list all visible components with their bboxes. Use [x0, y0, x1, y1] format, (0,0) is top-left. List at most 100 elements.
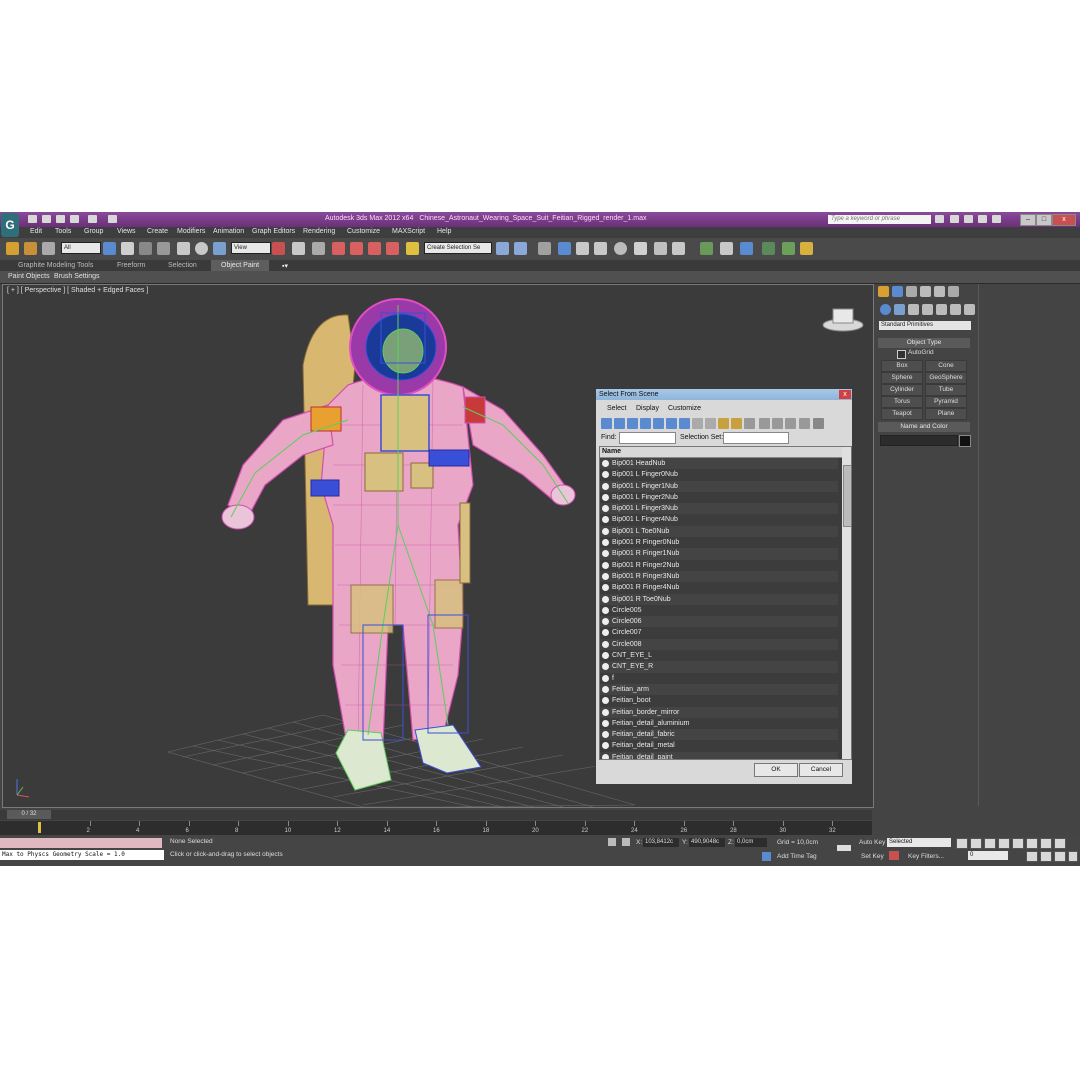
- shapes-icon[interactable]: [894, 304, 905, 315]
- list-item[interactable]: f: [600, 672, 838, 684]
- list-item[interactable]: Bip001 HeadNub: [600, 458, 838, 470]
- teapot-button[interactable]: Teapot: [881, 408, 923, 420]
- display-cameras-icon[interactable]: [640, 418, 651, 429]
- motion-tab-icon[interactable]: [920, 286, 931, 297]
- object-name-field[interactable]: [880, 435, 958, 446]
- subscription-icon[interactable]: [950, 215, 959, 223]
- time-tag-icon[interactable]: [762, 852, 771, 861]
- schematic-view-icon[interactable]: [594, 242, 607, 255]
- select-by-name-icon[interactable]: [121, 242, 134, 255]
- display-none-icon[interactable]: [772, 418, 783, 429]
- previous-frame-button[interactable]: [970, 838, 982, 849]
- angle-snap-icon[interactable]: [350, 242, 363, 255]
- next-frame-button[interactable]: [998, 838, 1010, 849]
- cancel-button[interactable]: Cancel: [799, 763, 843, 777]
- select-object-icon[interactable]: [103, 242, 116, 255]
- dialog-menu-select[interactable]: Select: [607, 405, 626, 412]
- tube-button[interactable]: Tube: [925, 384, 967, 396]
- open-file-icon[interactable]: [42, 215, 51, 223]
- display-shapes-icon[interactable]: [614, 418, 625, 429]
- helpers-icon[interactable]: [936, 304, 947, 315]
- window-crossing-icon[interactable]: [157, 242, 170, 255]
- maximize-viewport-icon[interactable]: [1068, 851, 1078, 862]
- key-icon[interactable]: [837, 845, 851, 851]
- dialog-menu-customize[interactable]: Customize: [668, 405, 701, 412]
- keyboard-shortcut-override-icon[interactable]: [312, 242, 325, 255]
- rendered-frame-window-icon[interactable]: [654, 242, 667, 255]
- pivot-center-icon[interactable]: [272, 242, 285, 255]
- filter-icon[interactable]: [813, 418, 824, 429]
- track-bar[interactable]: 2 4 6 8 10 12 14 16 18 20 22 24 26 28 30 32: [0, 821, 872, 835]
- modify-tab-icon[interactable]: [892, 286, 903, 297]
- add-time-tag-button[interactable]: Add Time Tag: [777, 853, 817, 860]
- display-bones-icon[interactable]: [705, 418, 716, 429]
- selection-filter-dropdown[interactable]: All: [61, 242, 101, 254]
- render-setup-icon[interactable]: [634, 242, 647, 255]
- extra-tool-1-icon[interactable]: [700, 242, 713, 255]
- list-item[interactable]: Feitian_border_mirror: [600, 706, 838, 718]
- name-column-header[interactable]: Name: [600, 447, 851, 458]
- new-file-icon[interactable]: [28, 215, 37, 223]
- menu-group[interactable]: Group: [84, 228, 103, 235]
- current-frame-field[interactable]: 0: [968, 851, 1008, 860]
- pan-view-icon[interactable]: [1040, 851, 1052, 862]
- display-geometry-icon[interactable]: [601, 418, 612, 429]
- favorites-star-icon[interactable]: [978, 215, 987, 223]
- absolute-mode-icon[interactable]: [622, 838, 630, 846]
- cylinder-button[interactable]: Cylinder: [881, 384, 923, 396]
- set-key-button[interactable]: Set Key: [861, 853, 884, 860]
- object-category-dropdown[interactable]: Standard Primitives: [879, 321, 971, 330]
- torus-button[interactable]: Torus: [881, 396, 923, 408]
- bind-to-space-warp-icon[interactable]: [42, 242, 55, 255]
- list-item[interactable]: Circle006: [600, 616, 838, 628]
- menu-create[interactable]: Create: [147, 228, 168, 235]
- display-all-icon[interactable]: [759, 418, 770, 429]
- list-item[interactable]: CNT_EYE_R: [600, 661, 838, 673]
- named-selection-sets-dropdown[interactable]: Create Selection Se: [424, 242, 492, 254]
- tab-freeform[interactable]: Freeform: [117, 262, 145, 269]
- menu-maxscript[interactable]: MAXScript: [392, 228, 425, 235]
- menu-customize[interactable]: Customize: [347, 228, 380, 235]
- list-item[interactable]: Feitian_arm: [600, 683, 838, 696]
- display-hidden-icon[interactable]: [744, 418, 755, 429]
- layer-manager-icon[interactable]: [538, 242, 551, 255]
- auto-key-button[interactable]: Auto Key: [859, 839, 885, 846]
- dialog-title-bar[interactable]: Select From Scene x: [596, 389, 852, 400]
- list-item[interactable]: Feitian_detail_fabric: [600, 729, 838, 741]
- list-scrollbar-thumb[interactable]: [843, 465, 851, 527]
- list-item[interactable]: Bip001 R Finger0Nub: [600, 537, 838, 549]
- field-of-view-icon[interactable]: [1026, 851, 1038, 862]
- menu-views[interactable]: Views: [117, 228, 136, 235]
- list-item[interactable]: Bip001 R Toe0Nub: [600, 593, 838, 605]
- unlink-selection-icon[interactable]: [24, 242, 37, 255]
- display-groups-icon[interactable]: [679, 418, 690, 429]
- pyramid-button[interactable]: Pyramid: [925, 396, 967, 408]
- key-mode-dropdown[interactable]: Selected: [887, 838, 951, 847]
- snaps-toggle-icon[interactable]: [332, 242, 345, 255]
- spinner-snap-icon[interactable]: [386, 242, 399, 255]
- align-icon[interactable]: [514, 242, 527, 255]
- play-button[interactable]: [984, 838, 996, 849]
- curve-editor-icon[interactable]: [576, 242, 589, 255]
- go-to-start-button[interactable]: [956, 838, 968, 849]
- help-search-input[interactable]: Type a keyword or phrase: [828, 215, 931, 224]
- display-space-warps-icon[interactable]: [666, 418, 677, 429]
- menu-modifiers[interactable]: Modifiers: [177, 228, 205, 235]
- ok-button[interactable]: OK: [754, 763, 798, 777]
- ribbon-options-icon[interactable]: ▪▾: [282, 262, 288, 270]
- list-item[interactable]: Bip001 L Finger3Nub: [600, 503, 838, 515]
- maxscript-listener-output[interactable]: Max to Physcs Geometry Scale = 1.0: [0, 850, 164, 860]
- object-type-rollout[interactable]: Object Type: [878, 338, 970, 348]
- zoom-icon[interactable]: [1026, 838, 1038, 849]
- rectangular-selection-icon[interactable]: [139, 242, 152, 255]
- lock-selection-icon[interactable]: [608, 838, 616, 846]
- orbit-icon[interactable]: [1054, 851, 1066, 862]
- search-icon[interactable]: [935, 215, 944, 223]
- display-lights-icon[interactable]: [627, 418, 638, 429]
- app-logo-icon[interactable]: G: [1, 213, 19, 237]
- default-in-out-tangent-icon[interactable]: [889, 851, 899, 860]
- list-item[interactable]: Bip001 L Finger1Nub: [600, 480, 838, 492]
- selection-set-dropdown[interactable]: [723, 432, 789, 444]
- name-and-color-rollout[interactable]: Name and Color: [878, 422, 970, 432]
- menu-graph-editors[interactable]: Graph Editors: [252, 228, 295, 235]
